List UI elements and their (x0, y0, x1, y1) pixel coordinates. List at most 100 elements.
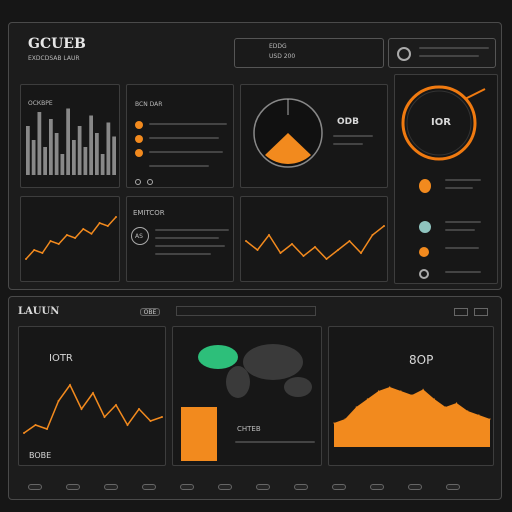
footer-button[interactable] (408, 484, 422, 490)
area-value: 8OP (409, 353, 434, 367)
data-point (360, 252, 362, 254)
bar-chart-label: ОСКВРЕ (28, 100, 53, 107)
data-point (82, 228, 85, 230)
header-side-panel (388, 38, 496, 68)
ring-panel: IOR (394, 74, 498, 284)
data-point (245, 240, 247, 242)
data-point (23, 432, 25, 434)
bottom-header-btn[interactable] (454, 308, 468, 316)
data-point (478, 414, 480, 416)
series-line (25, 216, 117, 260)
data-point (126, 424, 129, 426)
ring-line (445, 179, 481, 181)
data-point (69, 384, 71, 386)
footer-button[interactable] (256, 484, 270, 490)
data-point (279, 252, 282, 254)
footer-buttons (28, 484, 488, 492)
info-line (155, 245, 225, 247)
gauge-line (333, 143, 363, 145)
data-point (25, 258, 27, 260)
bar-mark (60, 154, 65, 175)
bar-mark (37, 112, 42, 175)
info-label: EMITCOR (133, 209, 165, 217)
header-line (419, 47, 489, 49)
data-point (422, 388, 424, 390)
bottom-left-value: IOTR (49, 353, 73, 364)
bar-chart (26, 108, 116, 175)
list-label: BCN DAR (135, 101, 163, 108)
data-point (366, 398, 369, 400)
data-point (149, 420, 152, 422)
tab-button[interactable]: OBE (140, 308, 160, 316)
footer-button[interactable] (28, 484, 42, 490)
list-line (149, 151, 223, 153)
bottom-header-btn[interactable] (474, 308, 488, 316)
map-line (235, 441, 315, 443)
footer-button[interactable] (218, 484, 232, 490)
bar-mark (72, 140, 76, 175)
info-line (155, 237, 219, 239)
gear-icon[interactable] (419, 269, 429, 279)
data-point (325, 258, 328, 260)
ring-line (445, 221, 481, 223)
bar-mark (89, 115, 93, 175)
footer-button[interactable] (180, 484, 194, 490)
data-point (74, 237, 77, 239)
data-point (411, 394, 413, 396)
gauge-line (333, 135, 373, 137)
gauge (253, 98, 323, 168)
section-title: LAUUN (18, 306, 60, 317)
data-point (377, 390, 380, 392)
data-point (57, 400, 60, 402)
line-chart-panel-2 (240, 196, 388, 282)
footer-button[interactable] (294, 484, 308, 490)
data-point (489, 418, 491, 420)
data-point (344, 418, 346, 420)
data-point (106, 225, 109, 227)
data-point (65, 234, 68, 236)
search-box[interactable]: EDDG USD 200 (234, 38, 384, 68)
bulb-icon (419, 179, 431, 193)
data-point (268, 234, 270, 236)
footer-button[interactable] (142, 484, 156, 490)
info-line (155, 253, 211, 255)
settings-icon[interactable] (147, 179, 153, 185)
data-point (333, 422, 335, 424)
data-point (138, 408, 140, 410)
data-point (348, 240, 351, 242)
bar-mark (31, 140, 36, 175)
data-point (80, 408, 83, 410)
bar-mark (26, 126, 30, 175)
toggle-icon[interactable] (397, 47, 411, 61)
info-badge-text: AS (135, 233, 143, 240)
data-point (256, 249, 259, 251)
data-point (371, 234, 374, 236)
app-title: GCUEB (28, 36, 86, 52)
list-panel: BCN DAR (126, 84, 234, 188)
footer-button[interactable] (104, 484, 118, 490)
gauge-panel: ODB (240, 84, 388, 188)
gauge-label: ODB (337, 117, 359, 127)
line-chart-3 (23, 383, 163, 434)
data-point (41, 252, 44, 254)
bottom-header-box (176, 306, 316, 316)
footer-button[interactable] (66, 484, 80, 490)
bar-mark (83, 147, 88, 175)
data-point (314, 246, 316, 248)
bar-mark (43, 147, 47, 175)
footer-button[interactable] (332, 484, 346, 490)
data-point (115, 404, 117, 406)
search-line-2: USD 200 (269, 53, 296, 60)
footer-button[interactable] (446, 484, 460, 490)
ring-line (445, 247, 479, 249)
data-point (49, 240, 52, 242)
footer-button[interactable] (370, 484, 384, 490)
data-point (455, 402, 458, 404)
data-point (33, 249, 36, 251)
ring-line (445, 229, 475, 231)
coin-icon (135, 149, 143, 157)
bottom-left-footer: BOBE (29, 451, 52, 460)
line-chart-1 (25, 216, 117, 260)
settings-icon[interactable] (135, 179, 141, 185)
series-line (245, 225, 385, 261)
